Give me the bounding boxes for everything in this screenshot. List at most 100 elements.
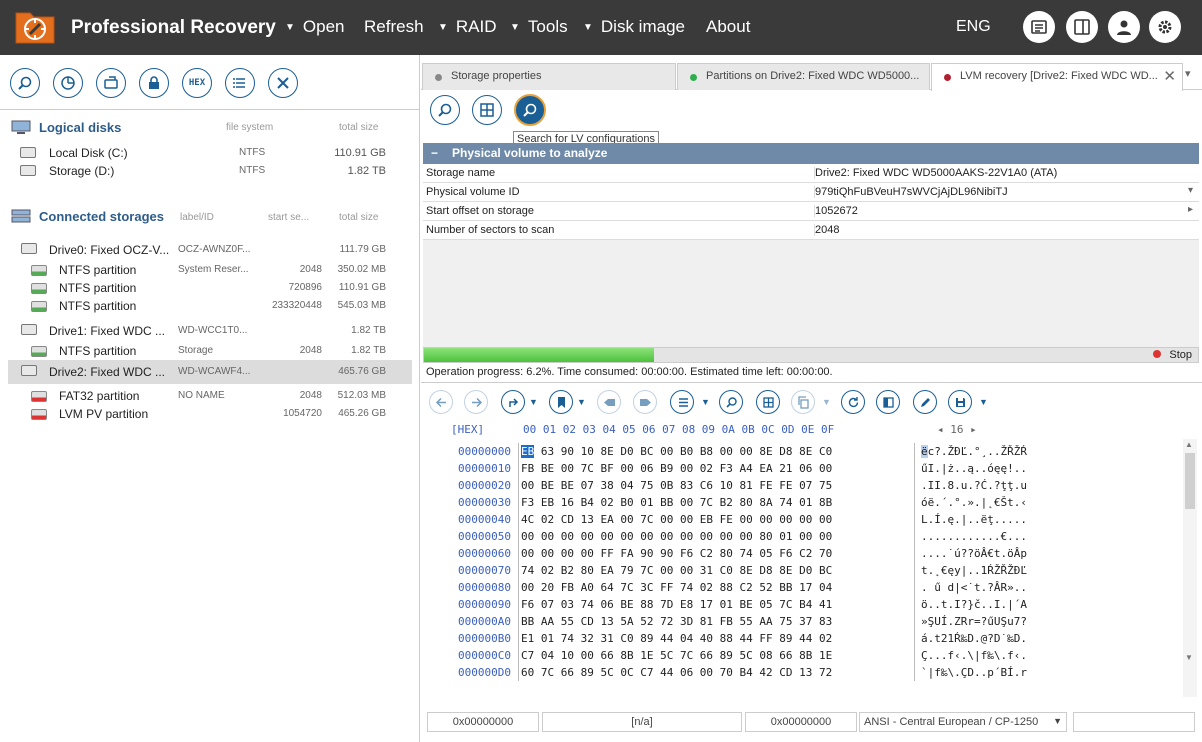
menu-tools[interactable]: ▼ Tools	[510, 17, 568, 37]
close-button[interactable]	[268, 68, 298, 98]
menu-about[interactable]: About	[706, 17, 750, 37]
lock-button[interactable]	[139, 68, 169, 98]
menu-refresh[interactable]: Refresh	[364, 17, 424, 37]
scroll-thumb[interactable]	[1185, 453, 1195, 509]
partition-row[interactable]: NTFS partition 720896 110.91 GB	[8, 279, 412, 297]
hex-text-row[interactable]: Ç...f‹.\|f‰\.f‹.	[921, 647, 1184, 664]
hex-text-row[interactable]: . ű d|<˙t.?ÂR»..	[921, 579, 1184, 596]
hex-byte-row[interactable]: 00 00 00 00 FF FA 90 90 F6 C2 80 74 05 F…	[519, 545, 912, 562]
scroll-down-icon[interactable]: ▼	[1185, 653, 1193, 662]
partition-row[interactable]: LVM PV partition 1054720 465.26 GB	[8, 405, 412, 423]
hex-text-row[interactable]: ....˙ú??öÂ€t.öÂp	[921, 545, 1184, 562]
hex-text-row[interactable]: ëc?.ŽĐĽ.°¸..ŽŘŽŔ	[921, 443, 1184, 460]
panel-toggle-button[interactable]	[876, 390, 900, 414]
log-button[interactable]	[1023, 11, 1055, 43]
search-lv-button[interactable]	[514, 94, 546, 126]
hex-text-row[interactable]: á.t21Ŕ‰D.@?D˙‰D.	[921, 630, 1184, 647]
lvm-grid-button[interactable]	[472, 95, 502, 125]
user-button[interactable]	[1108, 11, 1140, 43]
save-button[interactable]	[948, 390, 972, 414]
hex-button[interactable]: HEX	[182, 68, 212, 98]
scroll-up-icon[interactable]: ▲	[1185, 440, 1193, 449]
hex-byte-row[interactable]: C7 04 10 00 66 8B 1E 5C 7C 66 89 5C 08 6…	[519, 647, 912, 664]
selected-byte[interactable]: EB	[521, 445, 535, 458]
copy-button[interactable]	[791, 390, 815, 414]
tab-partitions[interactable]: Partitions on Drive2: Fixed WDC WD5000..…	[677, 63, 930, 90]
section-header[interactable]: − Physical volume to analyze	[423, 143, 1199, 164]
menu-disk-image[interactable]: ▼ Disk image	[583, 17, 685, 37]
drive-row[interactable]: Drive2: Fixed WDC ... WD-WCAWF4... 465.76 …	[8, 360, 412, 384]
drive-row[interactable]: Drive0: Fixed OCZ-V... OCZ-AWNZ0F... 111.7…	[8, 238, 412, 262]
goto-button[interactable]	[501, 390, 525, 414]
drive-row[interactable]: Drive1: Fixed WDC ... WD-WCC1T0... 1.82 TB	[8, 319, 412, 343]
partition-row[interactable]: NTFS partition 233320448 545.03 MB	[8, 297, 412, 315]
forward-button[interactable]	[464, 390, 488, 414]
hex-text-row[interactable]: t.˛€ęy|..1ŔŽŘŽĐĽ	[921, 562, 1184, 579]
hex-byte-row[interactable]: BB AA 55 CD 13 5A 52 72 3D 81 FB 55 AA 7…	[519, 613, 912, 630]
logical-disk-row[interactable]: Storage (D:) NTFS 1.82 TB	[8, 162, 412, 180]
property-row[interactable]: Number of sectors to scan 2048	[423, 221, 1199, 240]
hex-text-row[interactable]: .II.8.u.?Ć.?ţţ.u	[921, 477, 1184, 494]
panels-button[interactable]	[1066, 11, 1098, 43]
hex-scrollbar[interactable]: ▲ ▼	[1183, 439, 1197, 697]
hex-text-row[interactable]: `|f‰\.ÇD..p´BÍ.r	[921, 664, 1184, 681]
dropdown-triangle-icon[interactable]: ▼	[577, 397, 586, 407]
tab-storage-properties[interactable]: Storage properties	[422, 63, 676, 90]
menu-open[interactable]: ▼ Open	[285, 17, 345, 37]
expand-arrow-icon[interactable]: ▸	[1188, 204, 1193, 215]
back-button[interactable]	[429, 390, 453, 414]
find-button[interactable]	[719, 390, 743, 414]
next-bookmark-button[interactable]	[633, 390, 657, 414]
hex-text-row[interactable]: L.Í.ę.|..ëţ.....	[921, 511, 1184, 528]
dropdown-triangle-icon[interactable]: ▼	[979, 397, 988, 407]
dropdown-arrow-icon[interactable]: ▾	[1188, 185, 1193, 196]
dropdown-triangle-icon[interactable]: ▼	[701, 397, 710, 407]
partition-row[interactable]: NTFS partition Storage 2048 1.82 TB	[8, 342, 412, 360]
prev-bookmark-button[interactable]	[597, 390, 621, 414]
search-button[interactable]	[10, 68, 40, 98]
hex-bytes[interactable]: EB 63 90 10 8E D0 BC 00 B0 B8 00 00 8E D…	[518, 443, 912, 681]
hex-text-row[interactable]: űI.|ż..ą..óęę!..	[921, 460, 1184, 477]
scan-button[interactable]	[53, 68, 83, 98]
hex-byte-row[interactable]: 00 00 00 00 00 00 00 00 00 00 00 00 80 0…	[519, 528, 912, 545]
hex-byte-row[interactable]: 00 20 FB A0 64 7C 3C FF 74 02 88 C2 52 B…	[519, 579, 912, 596]
language-selector[interactable]: ENG	[956, 18, 991, 36]
property-row[interactable]: Physical volume ID 979tiQhFuBVeuH7sWVCjAj…	[423, 183, 1199, 202]
stop-button[interactable]: Stop	[1153, 349, 1192, 361]
hex-byte-row[interactable]: 4C 02 CD 13 EA 00 7C 00 00 EB FE 00 00 0…	[519, 511, 912, 528]
hex-text[interactable]: ëc?.ŽĐĽ.°¸..ŽŘŽŔ űI.|ż..ą..óęę!.. .II.8.u.…	[914, 443, 1184, 681]
list-button[interactable]	[225, 68, 255, 98]
logical-disk-row[interactable]: Local Disk (C:) NTFS 110.91 GB	[8, 144, 412, 162]
hex-byte-row[interactable]: E1 01 74 32 31 C0 89 44 04 40 88 44 FF 8…	[519, 630, 912, 647]
menu-raid[interactable]: ▼ RAID	[438, 17, 497, 37]
tab-lvm-recovery[interactable]: LVM recovery [Drive2: Fixed WDC WD... ✕	[931, 63, 1183, 91]
hex-byte-row[interactable]: F6 07 03 74 06 BE 88 7D E8 17 01 BE 05 7…	[519, 596, 912, 613]
hex-byte-row[interactable]: 74 02 B2 80 EA 79 7C 00 00 31 C0 8E D8 8…	[519, 562, 912, 579]
property-row[interactable]: Storage name Drive2: Fixed WDC WD5000AAKS…	[423, 164, 1199, 183]
hex-byte-row[interactable]: FB BE 00 7C BF 00 06 B9 00 02 F3 A4 EA 2…	[519, 460, 912, 477]
encoding-select[interactable]: ANSI - Central European / CP-1250 ▼	[859, 712, 1067, 732]
close-tab-icon[interactable]: ✕	[1163, 67, 1176, 85]
grid-view-button[interactable]	[756, 390, 780, 414]
hex-byte-row[interactable]: 60 7C 66 89 5C 0C C7 44 06 00 70 B4 42 C…	[519, 664, 912, 681]
hex-byte-row[interactable]: EB 63 90 10 8E D0 BC 00 B0 B8 00 00 8E D…	[519, 443, 912, 460]
hex-text-row[interactable]: óë.´.°.».|˛€Št.‹	[921, 494, 1184, 511]
disk-image-button[interactable]	[96, 68, 126, 98]
bytes-per-row-control[interactable]: ◂ 16 ▸	[937, 423, 977, 436]
hex-byte-row[interactable]: F3 EB 16 B4 02 B0 01 BB 00 7C B2 80 8A 7…	[519, 494, 912, 511]
refresh-button[interactable]	[841, 390, 865, 414]
dropdown-triangle-icon[interactable]: ▼	[822, 397, 831, 407]
partition-row[interactable]: FAT32 partition NO NAME 2048 512.03 MB	[8, 387, 412, 405]
partition-row[interactable]: NTFS partition System Reser... 2048 350.02 …	[8, 261, 412, 279]
tab-list-icon[interactable]: ▾	[1185, 67, 1191, 80]
property-row[interactable]: Start offset on storage 1052672 ▸	[423, 202, 1199, 221]
hex-byte-row[interactable]: 00 BE BE 07 38 04 75 0B 83 C6 10 81 FE F…	[519, 477, 912, 494]
list-view-button[interactable]	[670, 390, 694, 414]
dropdown-triangle-icon[interactable]: ▼	[529, 397, 538, 407]
lvm-search-button[interactable]	[430, 95, 460, 125]
edit-button[interactable]	[913, 390, 937, 414]
selected-char[interactable]: ë	[921, 445, 928, 458]
hex-text-row[interactable]: ö..t.I?}č..I.|´A	[921, 596, 1184, 613]
hex-text-row[interactable]: »ŞUÍ.ZRr=?űUŞu7?	[921, 613, 1184, 630]
settings-button[interactable]	[1149, 11, 1181, 43]
